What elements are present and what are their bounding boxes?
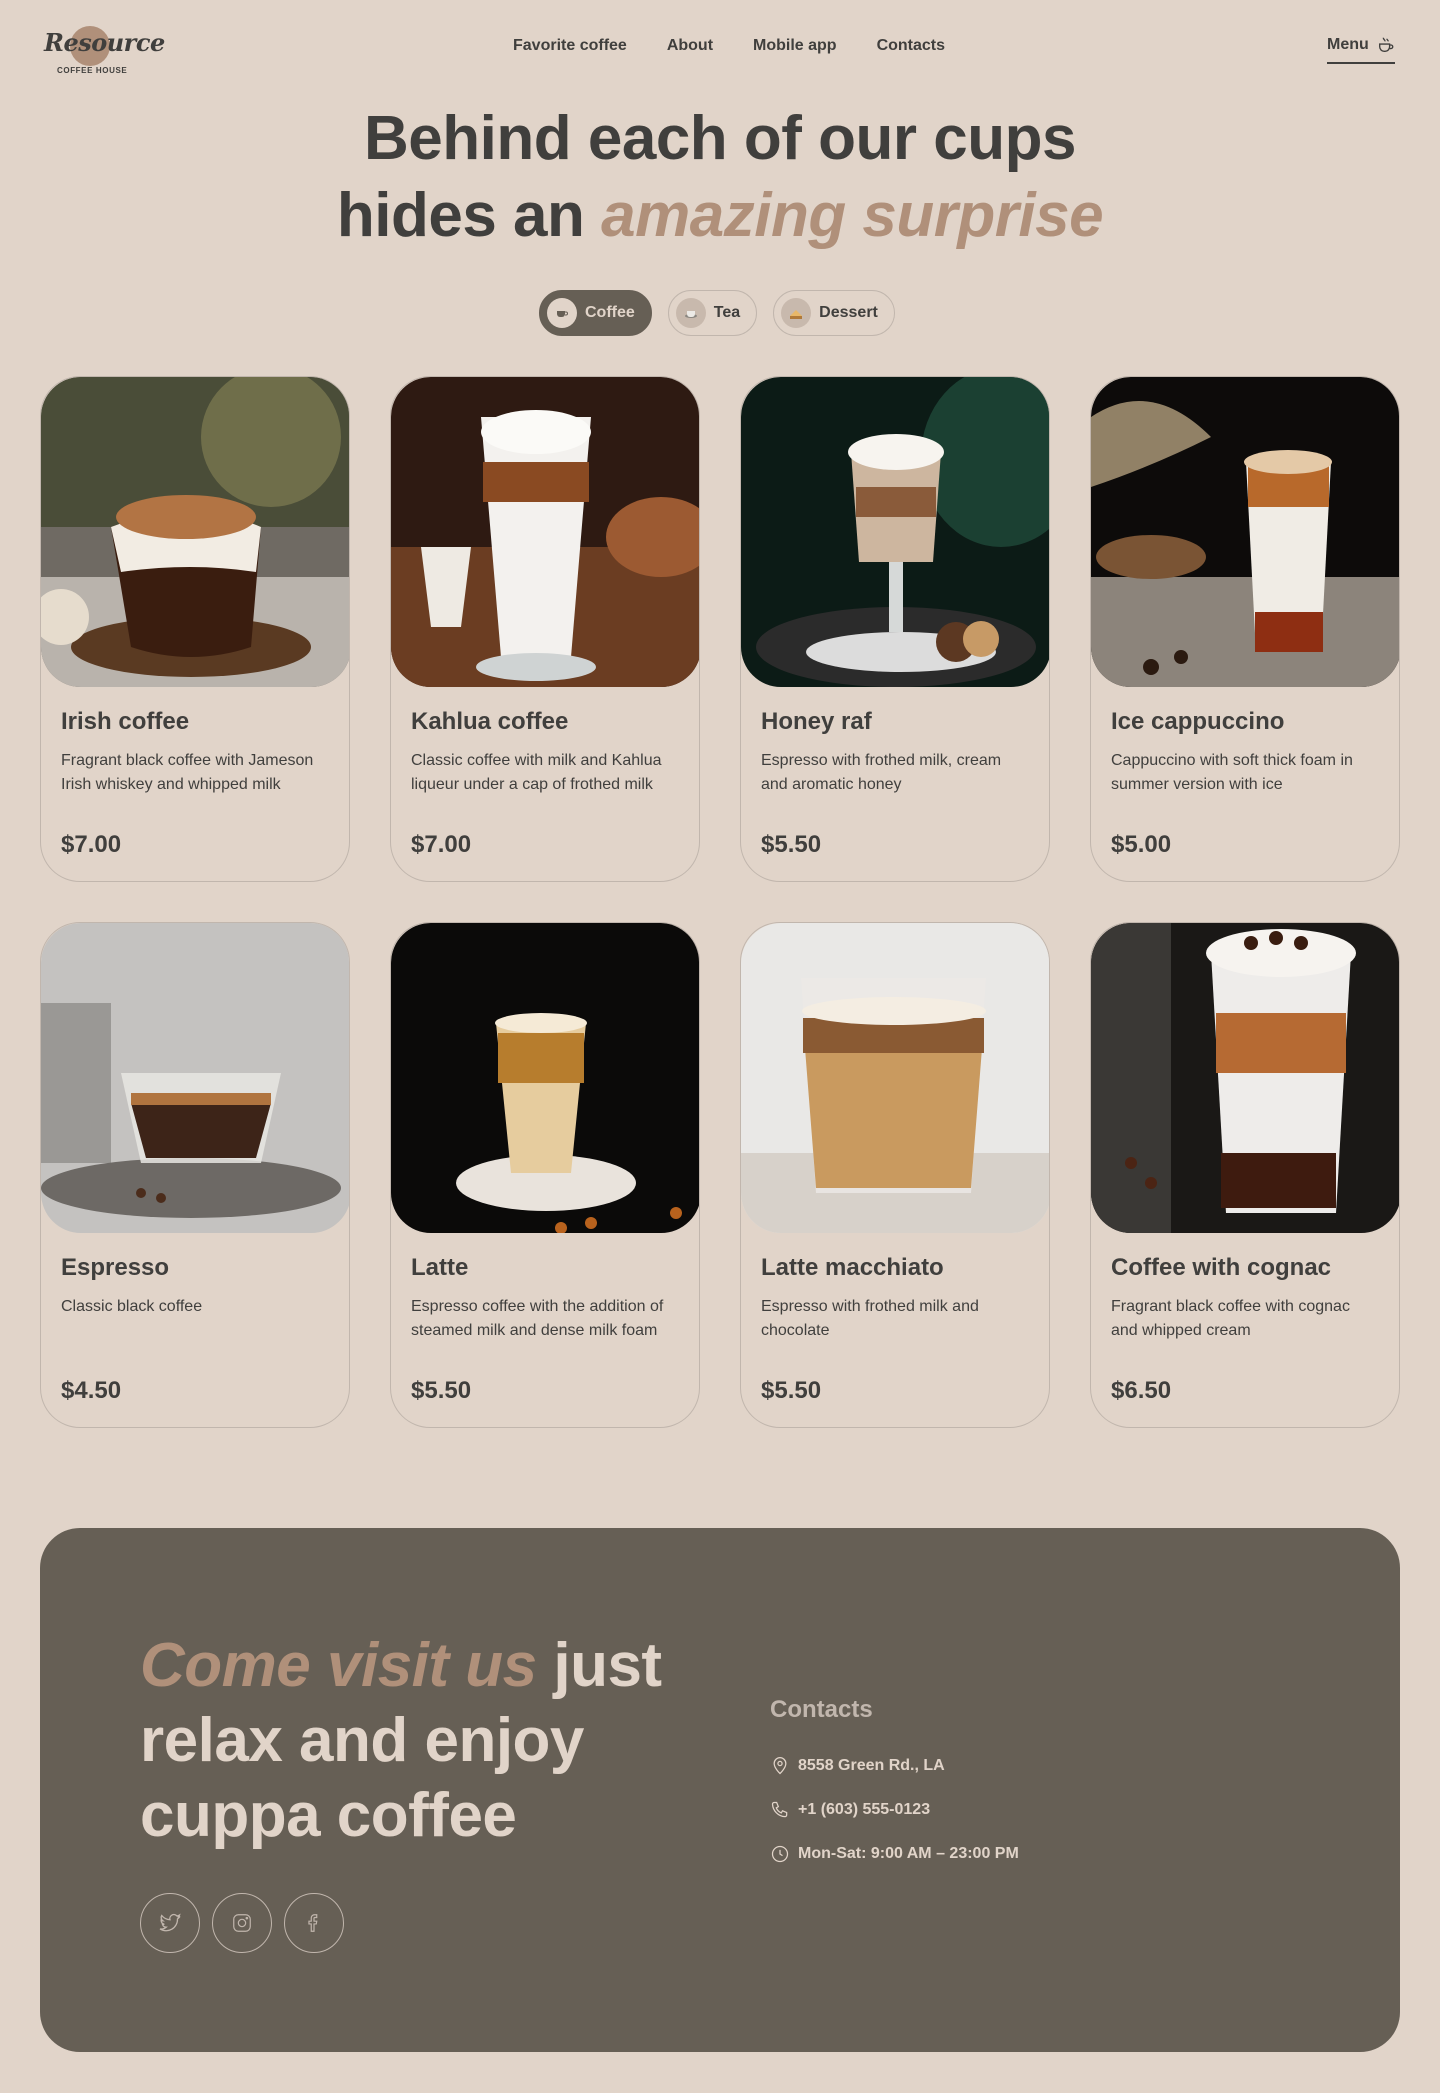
footer: Come visit us just relax and enjoy cuppa… (40, 1528, 1400, 2052)
category-tabs: Coffee Tea Dessert (539, 290, 895, 336)
product-card[interactable]: Latte macchiato Espresso with frothed mi… (740, 922, 1050, 1428)
coffee-cup-icon (547, 298, 577, 328)
clock-icon (771, 1845, 789, 1862)
product-card[interactable]: Latte Espresso coffee with the addition … (390, 922, 700, 1428)
product-image (741, 377, 1049, 687)
product-card[interactable]: Ice cappuccino Cappuccino with soft thic… (1090, 376, 1400, 882)
hero-title-accent: amazing surprise (601, 181, 1104, 250)
product-grid: Irish coffee Fragrant black coffee with … (40, 376, 1400, 1428)
contacts-block: Contacts 8558 Green Rd., LA +1 (603) 555… (770, 1696, 1019, 1886)
contact-hours-text: Mon-Sat: 9:00 AM – 23:00 PM (798, 1844, 1019, 1862)
product-info: Coffee with cognac Fragrant black coffee… (1111, 1253, 1379, 1343)
product-info: Honey raf Espresso with frothed milk, cr… (761, 707, 1029, 797)
product-info: Latte Espresso coffee with the addition … (411, 1253, 679, 1343)
contact-phone-text: +1 (603) 555-0123 (798, 1800, 931, 1818)
product-card[interactable]: Espresso Classic black coffee $4.50 (40, 922, 350, 1428)
product-image (741, 923, 1049, 1233)
product-name: Irish coffee (61, 708, 190, 735)
tab-dessert-label: Dessert (819, 304, 878, 321)
product-description: Classic coffee with milk and Kahlua liqu… (411, 752, 662, 793)
product-price: $7.00 (411, 831, 472, 858)
product-image (41, 923, 349, 1233)
contact-address[interactable]: 8558 Green Rd., LA (770, 1754, 1019, 1777)
product-card[interactable]: Coffee with cognac Fragrant black coffee… (1090, 922, 1400, 1428)
footer-heading-accent: Come visit us (140, 1631, 537, 1700)
product-price: $6.50 (1111, 1377, 1172, 1404)
nav-about[interactable]: About (667, 37, 713, 55)
logo[interactable]: Resource COFFEE HOUSE (44, 24, 165, 78)
facebook-icon (308, 1914, 318, 1932)
menu-label: Menu (1327, 36, 1369, 53)
main-nav: Favorite coffee About Mobile app Contact… (513, 37, 945, 55)
logo-wordmark: Resource (44, 28, 165, 57)
menu-button[interactable]: Menu (1327, 36, 1395, 64)
tab-coffee[interactable]: Coffee (539, 290, 652, 336)
tea-cup-icon (675, 298, 706, 328)
logo-subtitle: COFFEE HOUSE (57, 66, 128, 75)
hero-title-line2: hides an amazing surprise (0, 177, 1440, 254)
product-image (41, 377, 349, 687)
product-description: Fragrant black coffee with Jameson Irish… (61, 752, 314, 793)
product-price: $5.50 (411, 1377, 472, 1404)
contact-hours: Mon-Sat: 9:00 AM – 23:00 PM (770, 1842, 1019, 1865)
product-image (391, 923, 699, 1233)
product-price: $5.50 (761, 1377, 822, 1404)
product-description: Espresso coffee with the addition of ste… (411, 1298, 664, 1339)
contacts-title: Contacts (770, 1696, 873, 1723)
tab-tea-label: Tea (713, 304, 741, 321)
product-description: Classic black coffee (61, 1298, 203, 1315)
product-info: Espresso Classic black coffee (61, 1253, 329, 1319)
product-name: Latte macchiato (761, 1254, 944, 1281)
map-pin-icon (773, 1756, 787, 1774)
product-info: Kahlua coffee Classic coffee with milk a… (411, 707, 679, 797)
tab-dessert[interactable]: Dessert (773, 290, 895, 336)
product-name: Honey raf (761, 708, 872, 735)
product-name: Kahlua coffee (411, 708, 569, 735)
coffee-cup-icon (1378, 37, 1394, 52)
product-name: Ice cappuccino (1111, 708, 1285, 735)
product-name: Latte (411, 1254, 469, 1281)
site-header: Resource COFFEE HOUSE Favorite coffee Ab… (0, 0, 1440, 96)
tab-tea[interactable]: Tea (667, 290, 758, 336)
facebook-button[interactable] (284, 1893, 344, 1953)
product-price: $4.50 (61, 1377, 122, 1404)
twitter-icon (159, 1913, 181, 1932)
footer-heading: Come visit us just relax and enjoy cuppa… (140, 1628, 700, 1853)
nav-favorite-coffee[interactable]: Favorite coffee (513, 37, 627, 55)
nav-mobile-app[interactable]: Mobile app (753, 37, 837, 55)
product-description: Espresso with frothed milk and chocolate (761, 1298, 979, 1339)
social-links (140, 1893, 344, 1953)
product-price: $5.50 (761, 831, 822, 858)
hero-title-plain: hides an (336, 181, 602, 250)
product-description: Espresso with frothed milk, cream and ar… (761, 752, 1002, 793)
product-info: Latte macchiato Espresso with frothed mi… (761, 1253, 1029, 1343)
product-image (1091, 377, 1399, 687)
instagram-button[interactable] (212, 1893, 272, 1953)
product-name: Coffee with cognac (1111, 1254, 1332, 1281)
product-description: Fragrant black coffee with cognac and wh… (1111, 1298, 1350, 1339)
product-card[interactable]: Kahlua coffee Classic coffee with milk a… (390, 376, 700, 882)
product-description: Cappuccino with soft thick foam in summe… (1111, 752, 1353, 793)
contact-phone[interactable]: +1 (603) 555-0123 (770, 1798, 1019, 1821)
nav-contacts[interactable]: Contacts (877, 37, 945, 55)
hero-title-line1: Behind each of our cups (364, 104, 1076, 173)
twitter-button[interactable] (140, 1893, 200, 1953)
product-card[interactable]: Honey raf Espresso with frothed milk, cr… (740, 376, 1050, 882)
product-info: Irish coffee Fragrant black coffee with … (61, 707, 329, 797)
instagram-icon (233, 1914, 251, 1932)
product-price: $5.00 (1111, 831, 1172, 858)
product-image (391, 377, 699, 687)
cake-icon (781, 298, 812, 328)
contact-address-text: 8558 Green Rd., LA (798, 1756, 945, 1774)
product-info: Ice cappuccino Cappuccino with soft thic… (1111, 707, 1379, 797)
product-card[interactable]: Irish coffee Fragrant black coffee with … (40, 376, 350, 882)
tab-coffee-label: Coffee (585, 304, 635, 321)
product-price: $7.00 (61, 831, 122, 858)
phone-icon (771, 1801, 788, 1817)
hero: Behind each of our cups hides an amazing… (0, 100, 1440, 254)
product-image (1091, 923, 1399, 1233)
product-name: Espresso (61, 1254, 170, 1281)
